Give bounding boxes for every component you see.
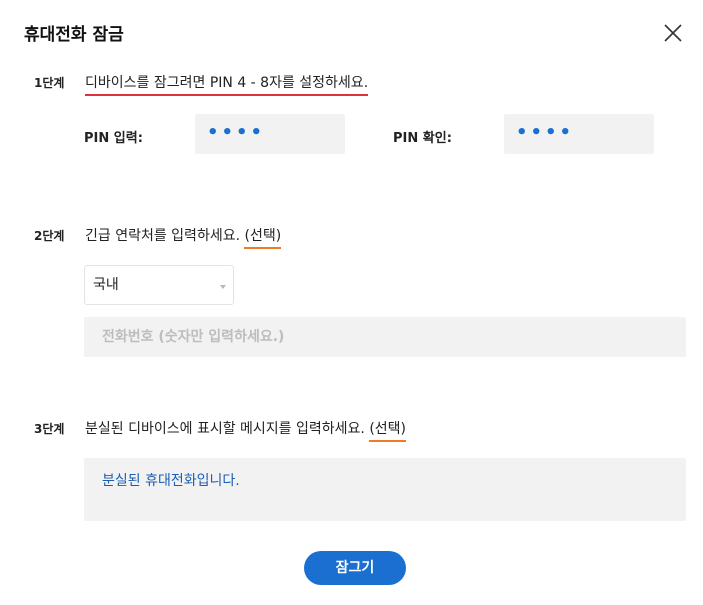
phone-input[interactable]: 전화번호 (숫자만 입력하세요.)	[84, 317, 686, 357]
country-select-value: 국내	[93, 277, 119, 293]
step-2-optional: (선택)	[244, 228, 282, 249]
step-2-description: 긴급 연락처를 입력하세요. (선택)	[85, 225, 282, 249]
pin-label: PIN 입력:	[84, 131, 143, 146]
pin-confirm-input[interactable]: ••••	[504, 114, 654, 154]
step-3-description-text: 분실된 디바이스에 표시할 메시지를 입력하세요.	[85, 421, 365, 437]
step-3-description: 분실된 디바이스에 표시할 메시지를 입력하세요. (선택)	[85, 418, 406, 442]
lock-button[interactable]: 잠그기	[304, 551, 406, 585]
step-2-description-text: 긴급 연락처를 입력하세요.	[85, 228, 241, 244]
step-2-label: 2단계	[34, 229, 65, 243]
step-1-description-text: 디바이스를 잠그려면 PIN 4 - 8자를 설정하세요.	[85, 75, 369, 96]
step-1-label: 1단계	[34, 76, 65, 90]
dialog-title: 휴대전화 잠금	[24, 25, 124, 45]
step-3-label: 3단계	[34, 422, 65, 436]
country-select[interactable]: 국내	[84, 265, 234, 305]
message-textarea[interactable]: 분실된 휴대전화입니다.	[84, 458, 686, 521]
chevron-down-icon	[220, 285, 226, 289]
pin-confirm-label: PIN 확인:	[393, 131, 452, 146]
pin-input[interactable]: ••••	[195, 114, 345, 154]
close-icon[interactable]	[662, 22, 684, 44]
step-3-optional: (선택)	[369, 421, 406, 442]
step-1-description: 디바이스를 잠그려면 PIN 4 - 8자를 설정하세요.	[85, 72, 369, 96]
